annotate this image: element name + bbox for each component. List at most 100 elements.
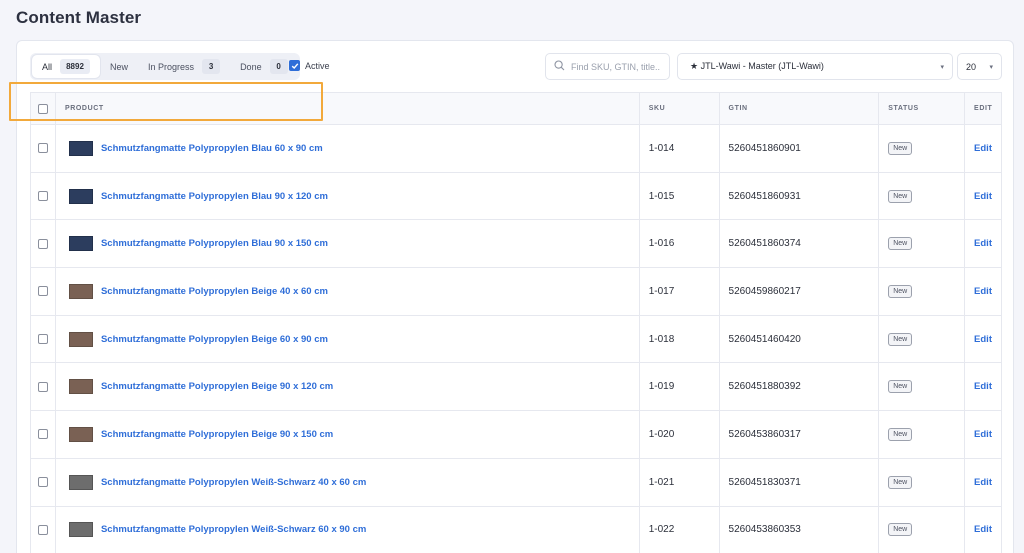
tab-label: Done (240, 61, 262, 72)
status-badge: New (888, 427, 913, 441)
gtin-cell: 5260451880392 (720, 363, 880, 411)
table-row[interactable]: Schmutzfangmatte Polypropylen Beige 90 x… (31, 363, 1001, 412)
status-badge: New (888, 237, 913, 251)
chevron-down-icon: ▾ (989, 63, 993, 71)
sku-cell: 1-022 (640, 506, 720, 553)
row-checkbox[interactable] (37, 477, 48, 488)
product-thumbnail (65, 277, 97, 305)
row-checkbox[interactable] (37, 238, 48, 249)
product-thumbnail (65, 230, 97, 258)
status-badge: New (888, 475, 913, 489)
edit-link[interactable]: Edit (974, 477, 992, 488)
edit-link[interactable]: Edit (974, 143, 992, 154)
select-all-checkbox[interactable] (37, 103, 48, 114)
sku-cell: 1-020 (640, 411, 720, 458)
column-header-gtin[interactable]: GTIN (720, 93, 880, 124)
edit-link[interactable]: Edit (974, 429, 992, 440)
status-badge: New (888, 523, 913, 537)
sku-cell: 1-021 (640, 458, 720, 506)
product-thumbnail (65, 134, 97, 162)
table-row[interactable]: Schmutzfangmatte Polypropylen Beige 40 x… (31, 268, 1001, 316)
status-badge: New (888, 332, 913, 346)
row-checkbox[interactable] (37, 191, 48, 202)
search-input[interactable] (571, 61, 666, 72)
table-row[interactable]: Schmutzfangmatte Polypropylen Blau 60 x … (31, 125, 1001, 173)
gtin-cell: 5260451860931 (720, 172, 880, 220)
column-header-status[interactable]: STATUS (879, 93, 966, 124)
status-badge: New (888, 380, 913, 394)
checkmark-icon (289, 60, 300, 71)
product-title-link[interactable]: Schmutzfangmatte Polypropylen Blau 60 x … (101, 143, 323, 154)
table-row[interactable]: Schmutzfangmatte Polypropylen Weiß-Schwa… (31, 506, 1001, 553)
sku-cell: 1-015 (640, 172, 720, 220)
edit-link[interactable]: Edit (974, 381, 992, 392)
page-size-value: 20 (966, 61, 977, 72)
table-row[interactable]: Schmutzfangmatte Polypropylen Blau 90 x … (31, 172, 1001, 221)
column-header-edit: EDIT (974, 105, 993, 112)
tab-label: All (42, 61, 53, 72)
tab-label: In Progress (148, 61, 195, 72)
chevron-down-icon: ▾ (940, 63, 944, 71)
product-title-link[interactable]: Schmutzfangmatte Polypropylen Weiß-Schwa… (101, 524, 366, 535)
edit-link[interactable]: Edit (974, 286, 992, 297)
status-tabs: All 8892 New In Progress 3 Done 0 (30, 53, 300, 80)
row-checkbox[interactable] (37, 334, 48, 345)
channel-select-value: ★ JTL-Wawi - Master (JTL-Wawi) (690, 61, 824, 71)
gtin-cell: 5260451860374 (720, 220, 880, 268)
table-row[interactable]: Schmutzfangmatte Polypropylen Beige 90 x… (31, 411, 1001, 459)
product-title-link[interactable]: Schmutzfangmatte Polypropylen Beige 40 x… (101, 286, 328, 297)
product-thumbnail (65, 182, 97, 210)
column-header-product[interactable]: PRODUCT (56, 93, 640, 124)
page-title: Content Master (16, 8, 142, 27)
column-header-sku[interactable]: SKU (640, 93, 720, 124)
row-checkbox[interactable] (37, 143, 48, 154)
active-filter-label: Active (305, 60, 330, 71)
sku-cell: 1-014 (640, 125, 720, 172)
product-thumbnail (65, 325, 97, 353)
gtin-cell: 5260453860317 (720, 411, 880, 458)
tab-label: New (110, 61, 129, 72)
product-thumbnail (65, 420, 97, 448)
gtin-cell: 5260451830371 (720, 458, 880, 506)
edit-link[interactable]: Edit (974, 238, 992, 249)
tab-count-badge: 8892 (60, 59, 91, 74)
search-box (545, 53, 670, 80)
table-row[interactable]: Schmutzfangmatte Polypropylen Beige 60 x… (31, 315, 1001, 364)
product-title-link[interactable]: Schmutzfangmatte Polypropylen Beige 60 x… (101, 334, 328, 345)
content-card: All 8892 New In Progress 3 Done 0 Active… (16, 40, 1014, 553)
tab-new[interactable]: New (100, 55, 138, 78)
row-checkbox[interactable] (37, 429, 48, 440)
gtin-cell: 5260453860353 (720, 506, 880, 553)
product-title-link[interactable]: Schmutzfangmatte Polypropylen Beige 90 x… (101, 429, 333, 440)
page-size-select[interactable]: 20 ▾ (957, 53, 1002, 80)
status-badge: New (888, 284, 913, 298)
row-checkbox[interactable] (37, 524, 48, 535)
tab-all[interactable]: All 8892 (32, 55, 101, 78)
product-title-link[interactable]: Schmutzfangmatte Polypropylen Blau 90 x … (101, 238, 328, 249)
gtin-cell: 5260459860217 (720, 268, 880, 315)
edit-link[interactable]: Edit (974, 524, 992, 535)
sku-cell: 1-019 (640, 363, 720, 411)
edit-link[interactable]: Edit (974, 191, 992, 202)
product-thumbnail (65, 373, 97, 401)
product-title-link[interactable]: Schmutzfangmatte Polypropylen Beige 90 x… (101, 381, 333, 392)
row-checkbox[interactable] (37, 286, 48, 297)
table-row[interactable]: Schmutzfangmatte Polypropylen Weiß-Schwa… (31, 458, 1001, 507)
tab-in-progress[interactable]: In Progress 3 (138, 55, 230, 78)
product-thumbnail (65, 516, 97, 544)
active-filter-checkbox[interactable]: Active (289, 60, 330, 71)
product-thumbnail (65, 468, 97, 496)
product-title-link[interactable]: Schmutzfangmatte Polypropylen Weiß-Schwa… (101, 477, 366, 488)
table-row[interactable]: Schmutzfangmatte Polypropylen Blau 90 x … (31, 220, 1001, 269)
channel-select[interactable]: ★ JTL-Wawi - Master (JTL-Wawi) ▾ (677, 53, 953, 80)
sku-cell: 1-016 (640, 220, 720, 268)
sku-cell: 1-017 (640, 268, 720, 315)
edit-link[interactable]: Edit (974, 334, 992, 345)
row-checkbox[interactable] (37, 381, 48, 392)
products-table: PRODUCT SKU GTIN STATUS EDIT Schmutzfang… (30, 92, 1002, 553)
product-title-link[interactable]: Schmutzfangmatte Polypropylen Blau 90 x … (101, 191, 328, 202)
tab-count-badge: 0 (269, 59, 288, 74)
status-badge: New (888, 141, 913, 155)
tab-done[interactable]: Done 0 (230, 55, 298, 78)
gtin-cell: 5260451860901 (720, 125, 880, 172)
